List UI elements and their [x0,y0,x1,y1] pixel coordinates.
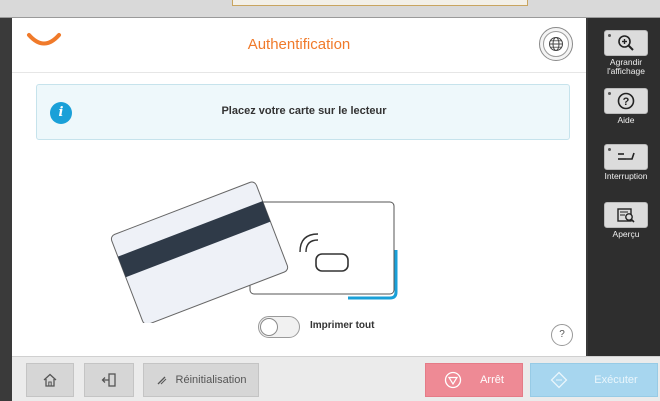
stop-button[interactable]: Arrêt [425,363,523,397]
zoom-in-icon [618,35,634,51]
sidebar-item-zoom[interactable]: Agrandir l'affichage [598,30,654,76]
sidebar: Agrandir l'affichage ? Aide Interruption… [588,18,660,356]
print-all-label: Imprimer tout [310,320,375,331]
top-notch [232,0,528,6]
indicator-dot [608,148,611,151]
logout-button[interactable] [84,363,134,397]
reset-button[interactable]: Réinitialisation [143,363,259,397]
interruption-icon [618,152,635,160]
indicator-dot [608,92,611,95]
header: Authentification [12,18,586,73]
sidebar-item-label: Agrandir l'affichage [607,57,645,76]
message-box: i Placez votre carte sur le lecteur [36,84,570,140]
indicator-dot [608,34,611,37]
sidebar-item-preview[interactable]: Aperçu [598,202,654,239]
sidebar-item-label: Interruption [604,171,648,181]
page-title: Authentification [247,36,351,53]
main-panel: Authentification i Placez votre carte su… [12,18,586,356]
sidebar-item-interruption[interactable]: Interruption [598,144,654,181]
reset-icon [157,376,166,385]
stop-label: Arrêt [480,374,504,386]
screen: Authentification i Placez votre carte su… [0,0,660,401]
home-button[interactable] [26,363,74,397]
message-text: Placez votre carte sur le lecteur [221,105,387,117]
svg-text:?: ? [623,96,630,108]
start-icon [550,371,568,389]
language-button[interactable] [539,27,573,61]
preview-icon [617,208,635,223]
card-reader-illustration [110,181,398,323]
magnetic-card [110,181,289,323]
reset-label: Réinitialisation [175,374,247,386]
print-all-toggle[interactable] [258,316,300,338]
start-button[interactable]: Exécuter [530,363,658,397]
start-label: Exécuter [594,374,638,386]
home-icon [43,373,57,387]
sidebar-item-help[interactable]: ? Aide [598,88,654,125]
sidebar-item-label: Aperçu [612,229,640,239]
top-strip [0,0,660,18]
footer: Réinitialisation Arrêt Exécuter [12,356,660,401]
globe-icon [549,37,563,51]
help-small-button[interactable]: ? [551,324,573,346]
logout-icon [101,373,116,387]
stop-icon [444,371,462,389]
sidebar-item-label: Aide [617,115,635,125]
help-icon: ? [617,92,635,110]
toggle-knob [260,318,278,336]
